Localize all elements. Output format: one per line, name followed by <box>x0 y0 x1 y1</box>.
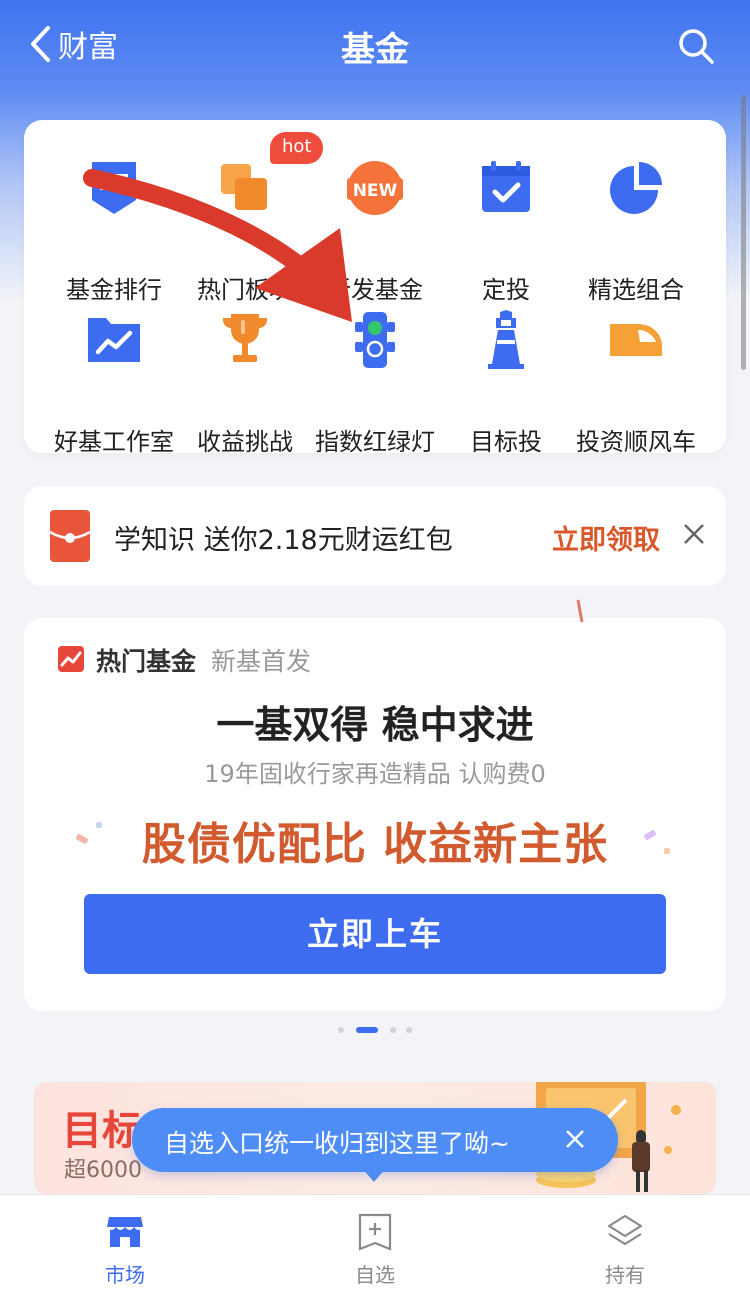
market-store-icon <box>107 1217 143 1247</box>
red-envelope-icon <box>50 510 90 562</box>
new-fund-icon: NEW <box>347 161 403 215</box>
watchlist-add-icon <box>358 1213 392 1251</box>
banner-subtitle: 超6000 <box>64 1158 142 1183</box>
carousel-dot <box>338 1027 344 1033</box>
top-nav-bar: 财富 基金 <box>0 0 750 90</box>
grid-item-portfolio[interactable]: 精选组合 <box>566 158 706 304</box>
tab-market[interactable]: 市场 <box>0 1195 250 1295</box>
trophy-icon <box>223 314 267 362</box>
traffic-light-icon <box>355 312 395 368</box>
fund-rank-icon <box>92 162 136 214</box>
new-fund-subtag: 新基首发 <box>211 647 312 676</box>
grid-item-fixed-invest[interactable]: 定投 <box>436 158 576 304</box>
red-envelope-promo-bar[interactable]: 学知识 送你2.18元财运红包 立即领取 <box>24 486 726 586</box>
carousel-dot-active <box>356 1027 378 1033</box>
scrollbar[interactable] <box>741 95 746 370</box>
fund-slogan: 股债优配比 收益新主张 <box>141 819 609 870</box>
hot-sector-icon <box>221 164 267 210</box>
promo-text: 学知识 送你2.18元财运红包 <box>114 525 453 556</box>
grid-item-return-challenge[interactable]: 收益挑战 <box>175 310 315 456</box>
tab-watchlist[interactable]: 自选 <box>250 1195 500 1295</box>
holdings-layers-icon <box>607 1214 643 1246</box>
grid-item-target-invest[interactable]: 目标投 <box>436 310 576 456</box>
tab-label: 自选 <box>355 1263 395 1287</box>
carousel-indicator <box>338 1026 418 1034</box>
lighthouse-icon <box>488 310 524 369</box>
trend-up-icon <box>58 646 84 672</box>
feature-grid-card: 基金排行 热门板块 NEW 新发基金 定投 精选组合 好基工作室 收益挑战 指数… <box>24 120 726 456</box>
trend-folder-icon <box>88 318 140 362</box>
search-icon[interactable] <box>676 26 716 66</box>
carousel-dot <box>390 1027 396 1033</box>
tooltip-tail <box>362 1168 386 1182</box>
hot-fund-tag: 热门基金 <box>96 647 197 676</box>
close-icon[interactable] <box>682 522 706 546</box>
grid-item-fund-rank[interactable]: 基金排行 <box>44 158 184 304</box>
pie-chart-icon <box>610 162 662 214</box>
carousel-dot <box>406 1027 412 1033</box>
fund-headline: 一基双得 稳中求进 <box>216 703 534 747</box>
claim-now-button[interactable]: 立即领取 <box>552 518 660 557</box>
tab-label: 市场 <box>105 1263 145 1287</box>
tab-holdings[interactable]: 持有 <box>500 1195 750 1295</box>
svg-text:NEW: NEW <box>353 181 398 201</box>
grid-item-hot-sector[interactable]: 热门板块 <box>175 158 315 304</box>
fund-description: 19年固收行家再造精品 认购费0 <box>204 760 546 788</box>
board-now-button[interactable]: 立即上车 <box>84 894 666 974</box>
watchlist-entry-tooltip: 自选入口统一收归到这里了呦~ <box>132 1108 618 1182</box>
bottom-tab-bar: 市场 自选 持有 <box>0 1194 750 1295</box>
grid-item-new-fund[interactable]: NEW 新发基金 <box>305 158 445 304</box>
grid-item-index-traffic-light[interactable]: 指数红绿灯 <box>305 310 445 456</box>
close-icon[interactable] <box>564 1128 586 1150</box>
calendar-check-icon <box>482 161 530 212</box>
page-title: 基金 <box>341 30 409 70</box>
confetti-decoration <box>96 822 102 828</box>
grid-item-fund-studio[interactable]: 好基工作室 <box>44 310 184 456</box>
grid-item-label: 精选组合 <box>588 276 684 304</box>
hot-fund-card[interactable]: 热门基金 新基首发 一基双得 稳中求进 19年固收行家再造精品 认购费0 股债优… <box>24 618 726 1011</box>
bullet-train-icon <box>610 324 662 356</box>
tab-label: 持有 <box>605 1263 645 1287</box>
grid-item-invest-ride[interactable]: 投资顺风车 <box>566 310 706 456</box>
confetti-decoration <box>664 848 670 854</box>
tooltip-text: 自选入口统一收归到这里了呦~ <box>164 1129 510 1158</box>
hot-badge: hot <box>270 132 324 164</box>
grid-item-label: 投资顺风车 <box>576 428 696 456</box>
banner-title: 目标 <box>62 1108 142 1154</box>
